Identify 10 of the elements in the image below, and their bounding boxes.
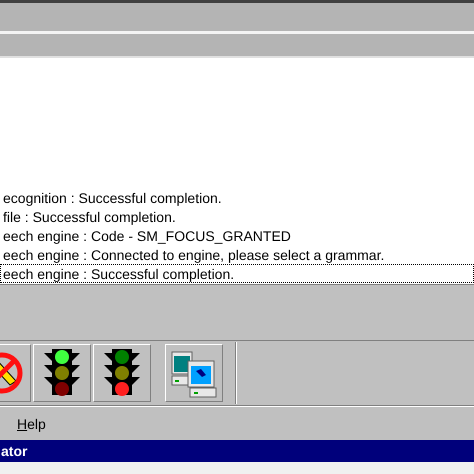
log-entry[interactable]: ecognition : Successful completion.	[0, 188, 474, 207]
log-entry[interactable]: file : Successful completion.	[0, 207, 474, 226]
log-entry[interactable]: eech engine : Connected to engine, please select a grammar.	[0, 245, 474, 264]
toolbar-button[interactable]	[165, 344, 223, 402]
toolbar-button[interactable]	[93, 344, 151, 402]
menu-item[interactable]: Help	[14, 414, 49, 432]
log-entry[interactable]: eech engine : Code - SM_FOCUS_GRANTED	[0, 226, 474, 245]
toolbar-button[interactable]	[33, 344, 91, 402]
window-title: ator	[1, 443, 28, 459]
log-entry[interactable]: eech engine : Successful completion.	[0, 264, 474, 283]
